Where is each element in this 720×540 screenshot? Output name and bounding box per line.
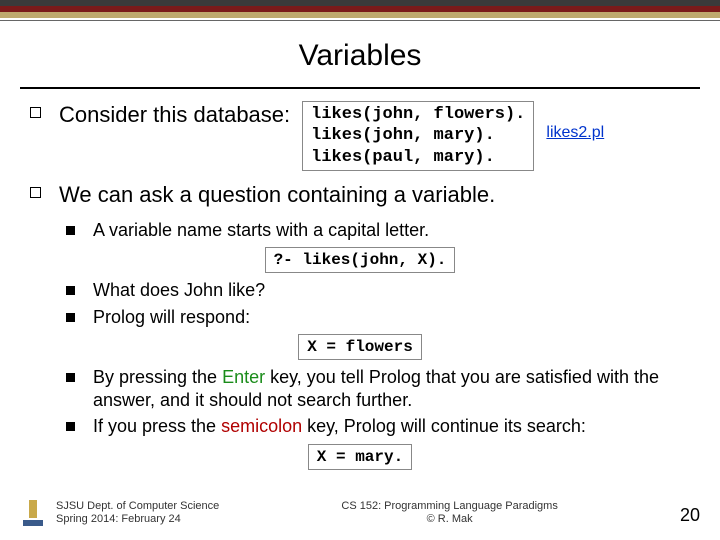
sub-variable-capital: A variable name starts with a capital le… [66, 219, 690, 242]
sub-text: What does John like? [93, 279, 690, 302]
response1-code: X = flowers [298, 334, 422, 360]
query-box-wrapper: ?- likes(john, X). [30, 247, 690, 273]
bullet-icon [66, 313, 75, 322]
response2-code: X = mary. [308, 444, 412, 470]
likes2-link[interactable]: likes2.pl [546, 123, 604, 143]
sub-text: A variable name starts with a capital le… [93, 219, 690, 242]
footer-left: SJSU Dept. of Computer Science Spring 20… [20, 500, 219, 526]
database-code: likes(john, flowers). likes(john, mary).… [302, 101, 534, 171]
sub-text-post: key, Prolog will continue its search: [302, 416, 586, 436]
sub-prolog-respond: Prolog will respond: [66, 306, 690, 329]
sjsu-logo [20, 500, 46, 526]
bullet-icon [30, 107, 41, 118]
bullet-text: We can ask a question containing a varia… [59, 182, 495, 207]
sub-what-like: What does John like? [66, 279, 690, 302]
content-area: Consider this database: likes(john, flow… [0, 89, 720, 470]
bullet-icon [66, 226, 75, 235]
bullet-icon [66, 373, 75, 382]
footer-date: Spring 2014: February 24 [56, 513, 219, 526]
sub-text-pre: If you press the [93, 416, 221, 436]
bullet-ask-question: We can ask a question containing a varia… [30, 181, 690, 209]
enter-key-highlight: Enter [222, 367, 265, 387]
footer-course: CS 152: Programming Language Paradigms [219, 500, 680, 513]
bullet-consider-database: Consider this database: likes(john, flow… [30, 101, 690, 171]
sub-text-pre: By pressing the [93, 367, 222, 387]
query-code: ?- likes(john, X). [265, 247, 456, 273]
sub-semicolon-key: If you press the semicolon key, Prolog w… [66, 415, 690, 438]
title-block: Variables [0, 21, 720, 79]
footer-copyright: © R. Mak [219, 513, 680, 526]
sub-text: Prolog will respond: [93, 306, 690, 329]
bullet-icon [66, 422, 75, 431]
bullet-icon [30, 187, 41, 198]
bullet-icon [66, 286, 75, 295]
bullet-text: Consider this database: [59, 101, 290, 129]
footer-dept: SJSU Dept. of Computer Science [56, 500, 219, 513]
page-number: 20 [680, 505, 700, 526]
response2-box-wrapper: X = mary. [30, 444, 690, 470]
decorative-stripes [0, 0, 720, 21]
response1-box-wrapper: X = flowers [30, 334, 690, 360]
page-title: Variables [0, 39, 720, 73]
footer: SJSU Dept. of Computer Science Spring 20… [20, 500, 700, 526]
sub-enter-key: By pressing the Enter key, you tell Prol… [66, 366, 690, 411]
semicolon-key-highlight: semicolon [221, 416, 302, 436]
